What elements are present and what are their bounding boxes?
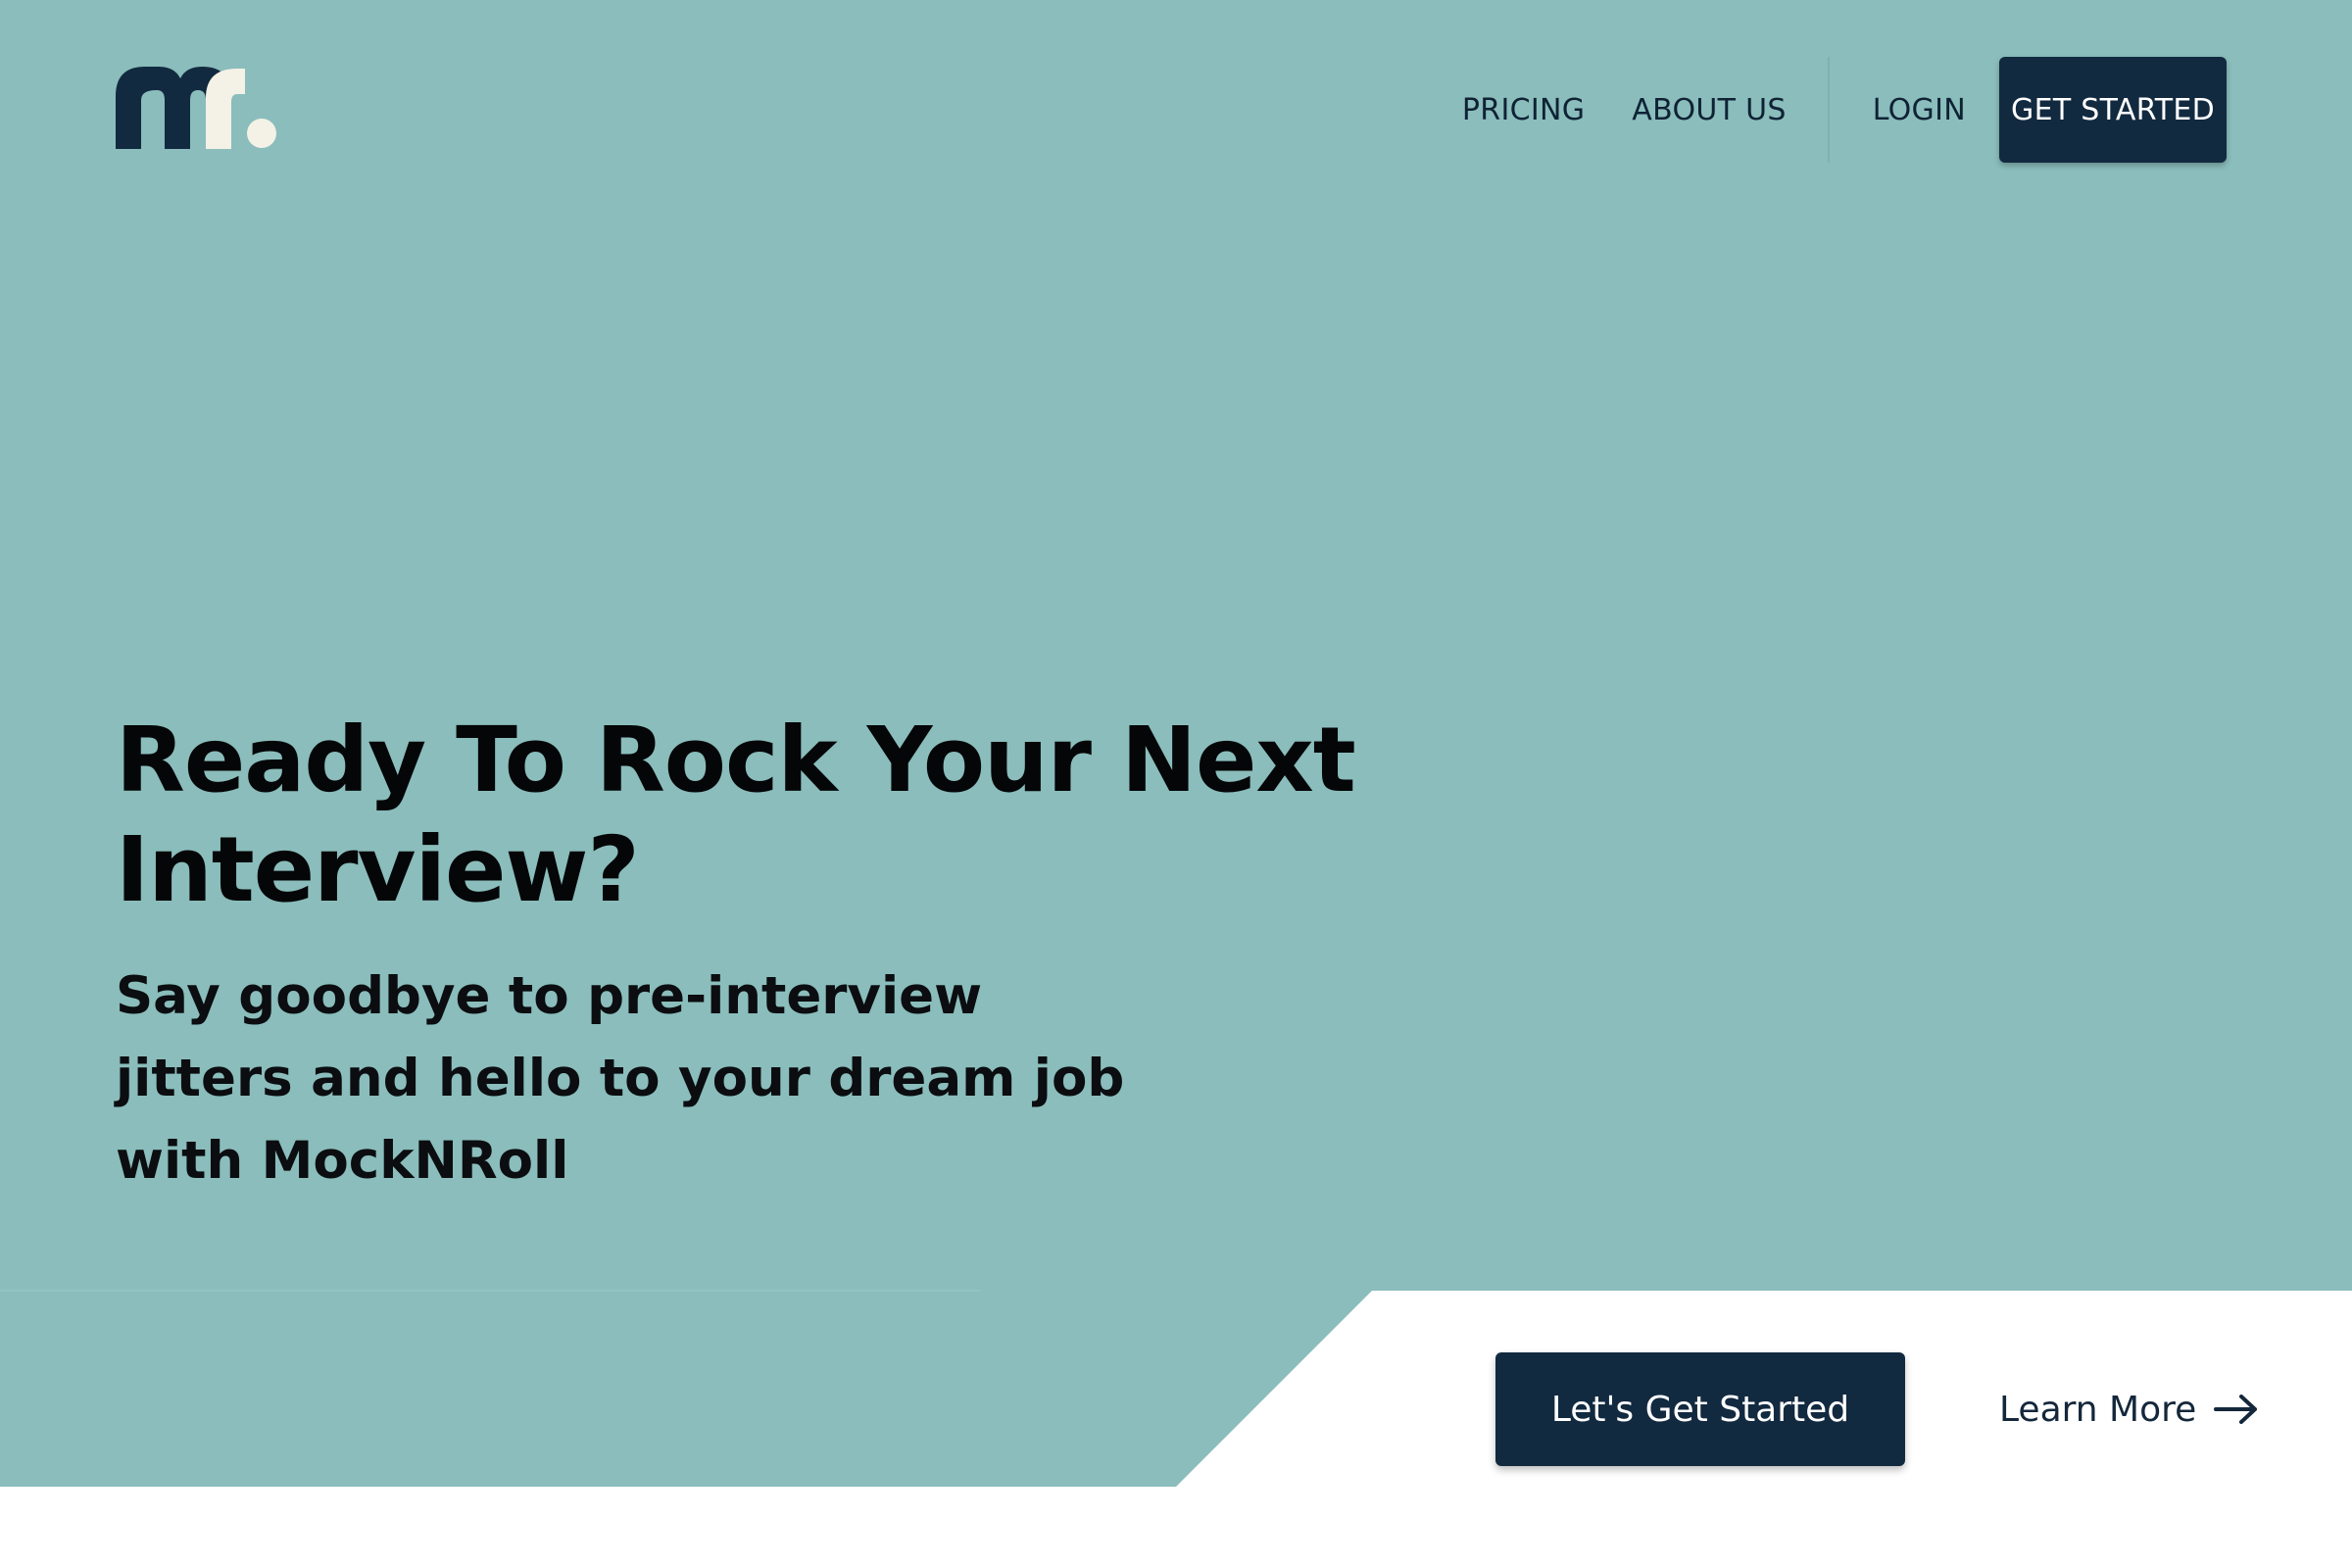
brand-logo[interactable] <box>116 65 278 149</box>
hero-bottom-angled-strip <box>0 1291 1372 1487</box>
learn-more-label: Learn More <box>1999 1389 2197 1430</box>
arrow-right-icon <box>2214 1395 2258 1424</box>
landing-page: PRICING ABOUT US LOGIN GET STARTED Ready… <box>0 0 2352 1568</box>
hero-subtitle: Say goodbye to pre-interview jitters and… <box>116 966 1125 1191</box>
learn-more-link[interactable]: Learn More <box>1999 1352 2259 1466</box>
nav-link-pricing[interactable]: PRICING <box>1462 93 1585 127</box>
hero-title: Ready To Rock Your Next Interview? <box>116 708 1356 922</box>
nav-divider <box>1827 57 1830 163</box>
top-nav: PRICING ABOUT US LOGIN GET STARTED <box>1462 57 2227 163</box>
nav-link-login[interactable]: LOGIN <box>1873 93 1966 127</box>
hero-divider-line <box>0 1290 980 1292</box>
get-started-button[interactable]: GET STARTED <box>1999 57 2227 163</box>
lets-get-started-button[interactable]: Let's Get Started <box>1495 1352 1905 1466</box>
nav-link-about-us[interactable]: ABOUT US <box>1632 93 1786 127</box>
